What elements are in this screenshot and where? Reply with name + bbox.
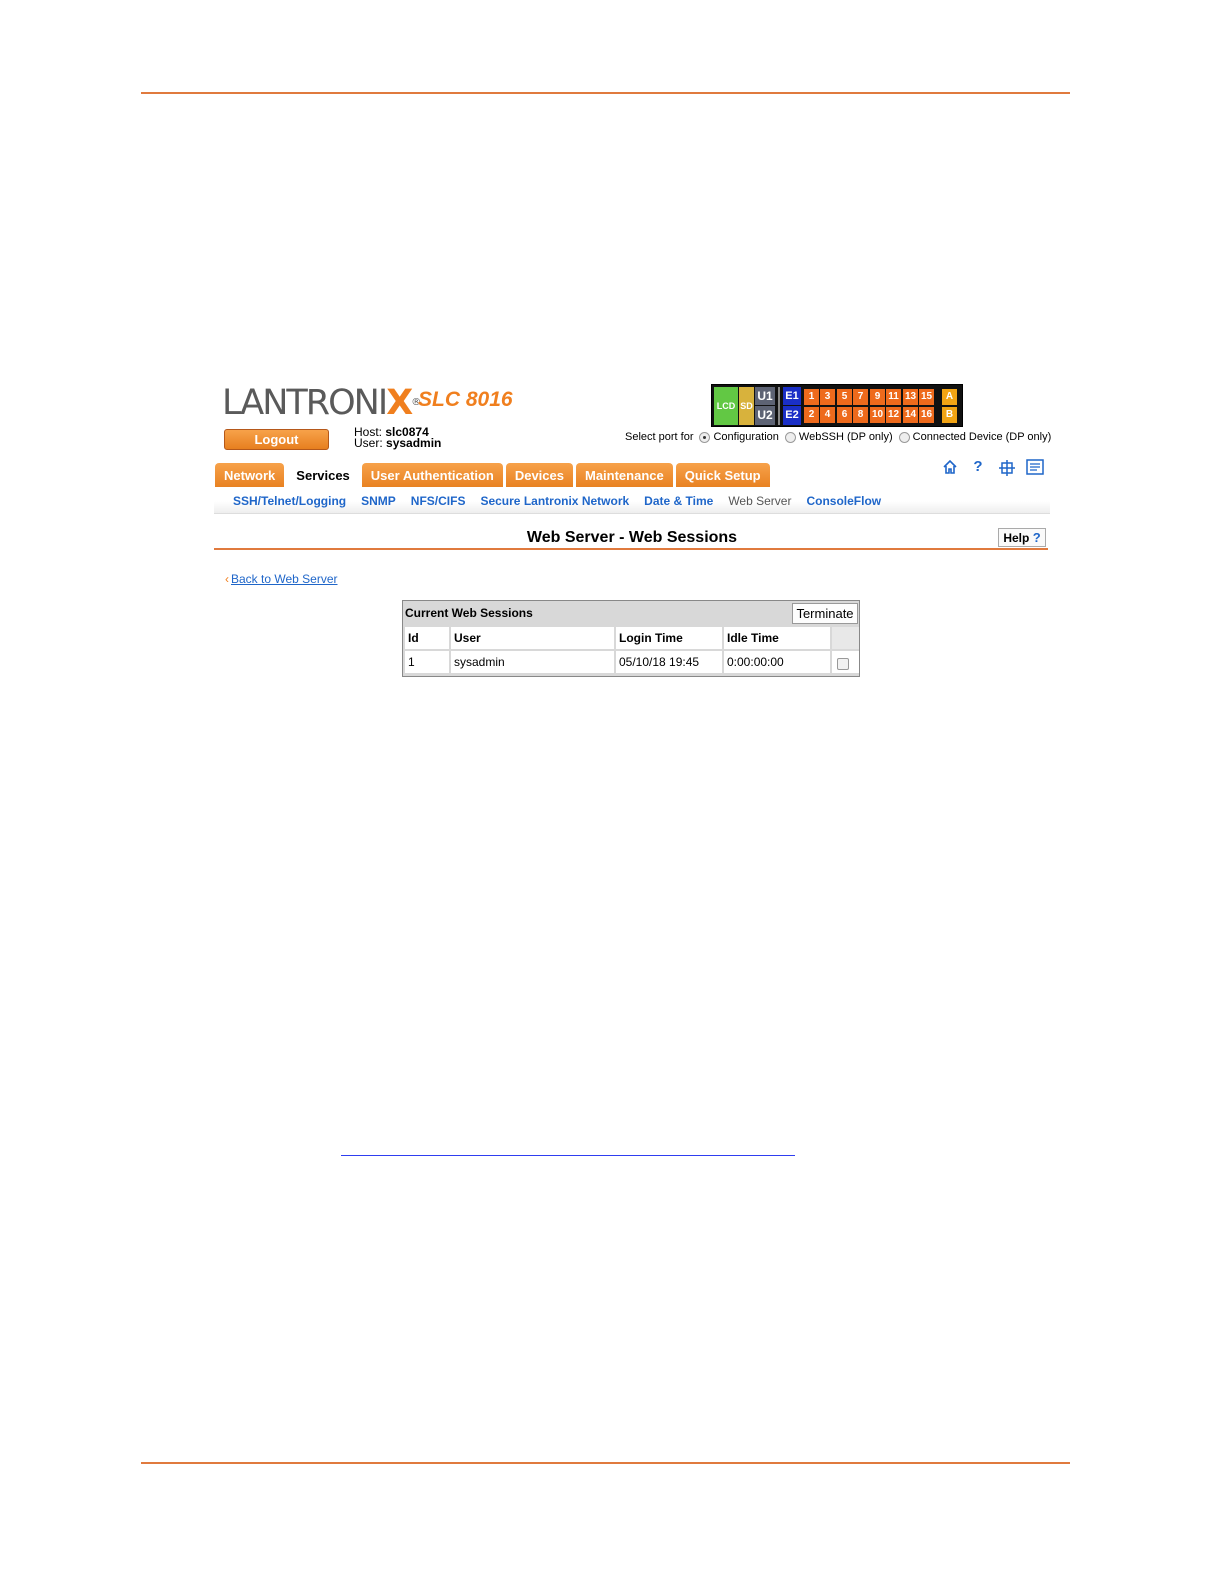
- port-e1[interactable]: E1: [783, 387, 801, 405]
- radio-webssh[interactable]: WebSSH (DP only): [784, 431, 893, 443]
- column-header-idle-time: Idle Time: [724, 627, 830, 649]
- document-hyperlink-underline[interactable]: [341, 1155, 795, 1156]
- select-port-for: Select port for Configuration WebSSH (DP…: [625, 431, 1051, 443]
- user-label: User:: [354, 436, 383, 450]
- toolbar-icons: ?: [942, 459, 1044, 476]
- tab-user-authentication[interactable]: User Authentication: [361, 463, 503, 489]
- port-3[interactable]: 3: [820, 389, 835, 405]
- services-subnav: SSH/Telnet/Logging SNMP NFS/CIFS Secure …: [214, 487, 1050, 514]
- port-e2[interactable]: E2: [783, 406, 801, 425]
- column-header-select: [832, 627, 859, 649]
- subnav-consoleflow[interactable]: ConsoleFlow: [806, 494, 881, 508]
- subnav-ssh-telnet-logging[interactable]: SSH/Telnet/Logging: [233, 494, 346, 508]
- port-10[interactable]: 10: [870, 407, 885, 423]
- port-4[interactable]: 4: [820, 407, 835, 423]
- page-title: Web Server - Web Sessions: [526, 529, 738, 546]
- port-b[interactable]: B: [942, 407, 957, 423]
- session-select-checkbox[interactable]: [837, 658, 849, 670]
- port-7[interactable]: 7: [853, 389, 868, 405]
- logout-button[interactable]: Logout: [224, 429, 329, 450]
- tab-quick-setup[interactable]: Quick Setup: [675, 463, 770, 489]
- current-web-sessions-table: Current Web Sessions Terminate Id User L…: [402, 600, 860, 677]
- host-user-info: Host: slc0874 User: sysadmin: [354, 426, 442, 450]
- help-button[interactable]: Help ?: [998, 528, 1046, 547]
- port-a[interactable]: A: [942, 389, 957, 405]
- back-arrow-icon: ‹: [225, 572, 229, 586]
- port-16[interactable]: 16: [919, 407, 934, 423]
- subnav-web-server[interactable]: Web Server: [728, 494, 791, 508]
- tab-services[interactable]: Services: [287, 463, 359, 489]
- port-9[interactable]: 9: [870, 389, 885, 405]
- log-icon[interactable]: [1026, 459, 1044, 475]
- sitemap-icon[interactable]: [998, 459, 1015, 476]
- port-11[interactable]: 11: [886, 389, 901, 405]
- home-icon[interactable]: [942, 459, 958, 475]
- tab-network[interactable]: Network: [215, 463, 285, 489]
- subnav-nfs-cifs[interactable]: NFS/CIFS: [411, 494, 466, 508]
- table-row-user: sysadmin: [451, 651, 614, 673]
- port-u1[interactable]: U1: [755, 387, 775, 405]
- device-model: SLC 8016: [418, 388, 513, 411]
- back-to-web-server-link[interactable]: ‹ Back to Web Server: [225, 572, 338, 586]
- port-lcd[interactable]: LCD: [714, 387, 738, 425]
- user-value: sysadmin: [386, 436, 442, 450]
- subnav-date-time[interactable]: Date & Time: [644, 494, 713, 508]
- column-header-user: User: [451, 627, 614, 649]
- radio-connected-device[interactable]: Connected Device (DP only): [898, 431, 1051, 443]
- port-13[interactable]: 13: [903, 389, 918, 405]
- radio-icon[interactable]: [784, 431, 796, 443]
- subnav-snmp[interactable]: SNMP: [361, 494, 396, 508]
- subnav-secure-lantronix-network[interactable]: Secure Lantronix Network: [480, 494, 629, 508]
- table-row-login-time: 05/10/18 19:45: [616, 651, 722, 673]
- table-row-id: 1: [405, 651, 449, 673]
- port-sd[interactable]: SD: [739, 387, 754, 425]
- main-tabs: Network Services User Authentication Dev…: [215, 463, 770, 489]
- port-12[interactable]: 12: [886, 407, 901, 423]
- terminate-button[interactable]: Terminate: [792, 603, 858, 624]
- slc-web-ui-screenshot: LANTRONIX® SLC 8016 Logout Host: slc0874…: [214, 380, 1051, 700]
- table-row-idle-time: 0:00:00:00: [724, 651, 830, 673]
- radio-selected-icon[interactable]: [699, 431, 711, 443]
- port-14[interactable]: 14: [903, 407, 918, 423]
- column-header-login-time: Login Time: [616, 627, 722, 649]
- lantronix-logo: LANTRONIX®: [222, 383, 422, 423]
- help-question-icon: ?: [1032, 530, 1041, 545]
- sessions-heading: Current Web Sessions: [405, 606, 533, 620]
- select-port-label: Select port for: [625, 431, 694, 443]
- port-6[interactable]: 6: [837, 407, 852, 423]
- tab-devices[interactable]: Devices: [505, 463, 573, 489]
- radio-icon[interactable]: [898, 431, 910, 443]
- port-2[interactable]: 2: [804, 407, 819, 423]
- title-divider: [214, 548, 1048, 550]
- port-status-panel: LCD SD U1 U2 E1 E2 1 3 5 7 9 11 13 15 A …: [711, 384, 963, 427]
- port-5[interactable]: 5: [837, 389, 852, 405]
- radio-configuration[interactable]: Configuration: [699, 431, 779, 443]
- help-icon[interactable]: ?: [970, 459, 986, 475]
- port-separator: [778, 387, 780, 425]
- port-u2[interactable]: U2: [755, 406, 775, 425]
- column-header-id: Id: [405, 627, 449, 649]
- page-bottom-rule: [141, 1462, 1070, 1464]
- port-15[interactable]: 15: [919, 389, 934, 405]
- port-1[interactable]: 1: [804, 389, 819, 405]
- tab-maintenance[interactable]: Maintenance: [575, 463, 673, 489]
- port-8[interactable]: 8: [853, 407, 868, 423]
- page-top-rule: [141, 92, 1070, 94]
